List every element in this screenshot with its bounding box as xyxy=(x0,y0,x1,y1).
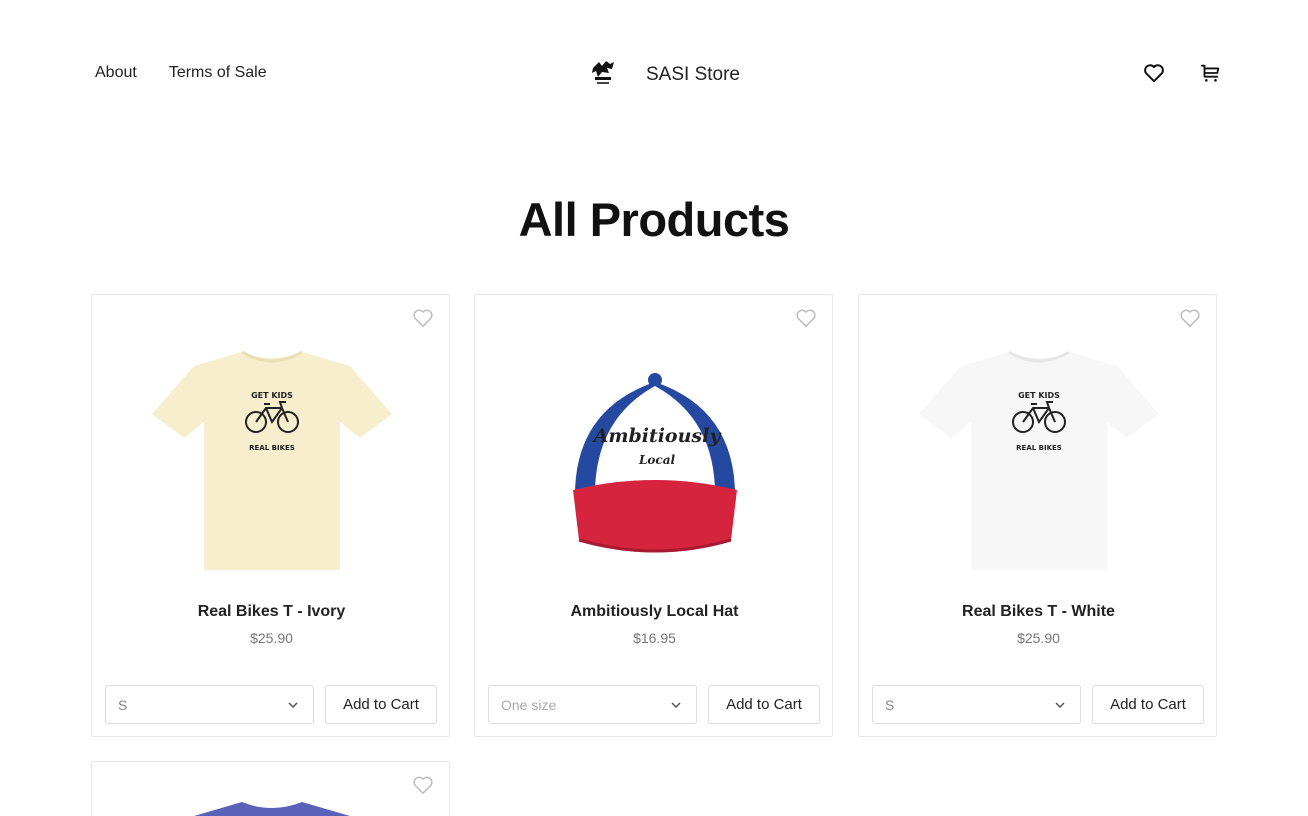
hat-text-line-1: Ambitiously xyxy=(591,425,722,447)
product-price: $25.90 xyxy=(250,630,293,646)
product-name[interactable]: Ambitiously Local Hat xyxy=(475,603,832,621)
product-card: GET KIDS REAL BIKES Real Bikes T - White… xyxy=(858,294,1217,737)
product-card xyxy=(91,761,450,816)
header-actions xyxy=(1141,60,1223,86)
product-price: $16.95 xyxy=(633,630,676,646)
favorite-heart-icon[interactable] xyxy=(412,775,436,797)
site-header: About Terms of Sale SASI Store xyxy=(0,0,1308,148)
brand-home-link[interactable]: SASI Store xyxy=(590,58,740,91)
chevron-down-icon xyxy=(671,702,681,709)
page-title: All Products xyxy=(518,193,790,246)
hat-text-line-2: Local xyxy=(637,453,675,467)
shirt-print-top: GET KIDS xyxy=(251,391,293,400)
nav-about-link[interactable]: About xyxy=(95,64,137,82)
size-select-value: S xyxy=(885,696,895,713)
cart-icon[interactable] xyxy=(1197,60,1223,86)
product-price: $25.90 xyxy=(1017,630,1060,646)
white-tshirt-image[interactable]: GET KIDS REAL BIKES xyxy=(859,325,1216,595)
product-card: GET KIDS REAL BIKES Real Bikes T - Ivory… xyxy=(91,294,450,737)
add-to-cart-button[interactable]: Add to Cart xyxy=(325,685,437,724)
trucker-hat-image[interactable]: Ambitiously Local xyxy=(475,325,832,595)
product-name[interactable]: Real Bikes T - Ivory xyxy=(92,603,449,621)
ivory-tshirt-image[interactable]: GET KIDS REAL BIKES xyxy=(92,325,449,595)
sasi-logo-icon xyxy=(590,58,616,91)
heart-icon[interactable] xyxy=(1141,60,1167,86)
add-to-cart-button[interactable]: Add to Cart xyxy=(1092,685,1204,724)
add-to-cart-button[interactable]: Add to Cart xyxy=(708,685,820,724)
size-select[interactable]: One size xyxy=(488,685,697,724)
size-select-value: One size xyxy=(501,696,557,713)
nav-terms-link[interactable]: Terms of Sale xyxy=(169,64,267,82)
size-select[interactable]: S xyxy=(872,685,1081,724)
shirt-print-bottom: REAL BIKES xyxy=(1016,444,1062,452)
brand-name: SASI Store xyxy=(646,63,740,85)
shirt-print-top: GET KIDS xyxy=(1018,391,1060,400)
product-card: Ambitiously Local Ambitiously Local Hat … xyxy=(474,294,833,737)
shirt-print-bottom: REAL BIKES xyxy=(249,444,295,452)
chevron-down-icon xyxy=(288,702,298,709)
blue-tshirt-image[interactable] xyxy=(92,796,449,816)
main-nav: About Terms of Sale xyxy=(95,64,267,82)
chevron-down-icon xyxy=(1055,702,1065,709)
product-name[interactable]: Real Bikes T - White xyxy=(859,603,1216,621)
size-select-value: S xyxy=(118,696,128,713)
size-select[interactable]: S xyxy=(105,685,314,724)
